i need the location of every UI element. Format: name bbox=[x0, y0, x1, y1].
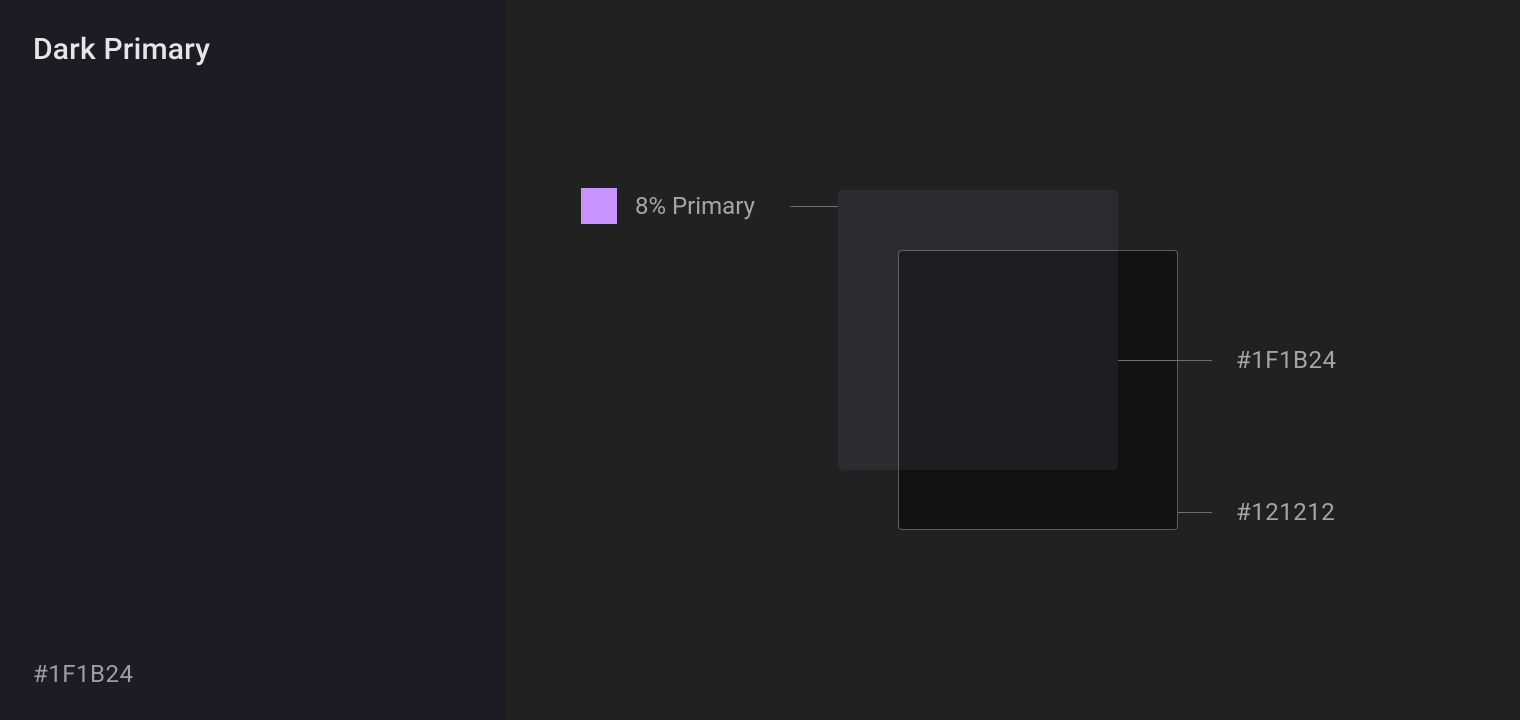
panel-hex-value: #1F1B24 bbox=[33, 660, 133, 688]
leader-line-overlay bbox=[790, 206, 838, 207]
overlay-legend: 8% Primary bbox=[581, 188, 755, 224]
leader-line-blend bbox=[1118, 360, 1212, 361]
panel-title: Dark Primary bbox=[33, 32, 210, 67]
base-hex-label: #121212 bbox=[1236, 498, 1335, 526]
diagram-root: Dark Primary #1F1B24 8% Primary #1F1B24 … bbox=[0, 0, 1520, 720]
leader-line-base bbox=[1178, 512, 1212, 513]
color-panel: Dark Primary #1F1B24 bbox=[0, 0, 506, 720]
overlay-square-swatch bbox=[838, 190, 1118, 470]
overlay-legend-label: 8% Primary bbox=[635, 192, 755, 220]
primary-chip-icon bbox=[581, 188, 617, 224]
blend-hex-label: #1F1B24 bbox=[1236, 346, 1336, 374]
